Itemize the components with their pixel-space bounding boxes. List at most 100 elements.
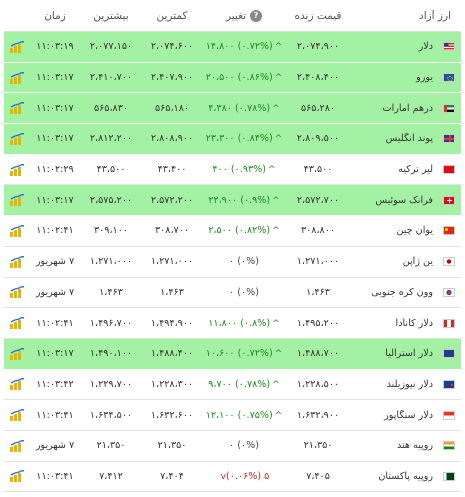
chart-icon[interactable] <box>4 317 29 330</box>
arrow-up-icon: ^ <box>272 195 280 206</box>
change-value: (۰.۷۲%) ۱۴،۸۰۰ <box>205 41 273 53</box>
max-price: ۷،۴۱۲ <box>99 470 123 482</box>
live-price: ۱،۴۶۳ <box>306 286 330 298</box>
update-time: ۱۱:۰۳:۴۱ <box>36 470 74 482</box>
currency-name-cell[interactable]: روپیه پاکستان <box>351 471 461 482</box>
max-price: ۲،۴۱۰،۷۰۰ <box>89 72 133 84</box>
flag-icon <box>443 441 455 451</box>
update-time: ۱۱:۰۳:۱۷ <box>36 194 74 206</box>
table-row[interactable]: یورو ۲،۴۰۸،۴۰۰ ^(۰.۸۶%) ۲۰،۵۰۰ ۲،۴۰۷،۹۰۰… <box>4 62 461 94</box>
max-price: ۳۰۹،۱۰۰ <box>93 225 128 237</box>
chart-icon[interactable] <box>4 409 29 422</box>
flag-icon <box>443 73 455 83</box>
flag-icon <box>443 379 455 389</box>
currency-name-cell[interactable]: دلار نیوزیلند <box>351 379 461 390</box>
change-cell: ^(۰.۷۸%) ۹،۷۰۰ <box>203 379 285 390</box>
arrow-up-icon: ^ <box>272 379 280 390</box>
table-row[interactable]: وون کره جنوبی ۱،۴۶۳ (۰%) ۰ ۱،۴۶۳ ۱،۴۶۳ ۷… <box>4 277 461 309</box>
currency-name-cell[interactable]: درهم امارات <box>351 103 461 114</box>
currency-table: ارز آزاد قیمت زنده ?تغییر کمترین بیشترین… <box>4 0 461 493</box>
chart-icon[interactable] <box>4 347 29 360</box>
chart-icon[interactable] <box>4 470 29 483</box>
update-time: ۱۱:۰۳:۴۱ <box>36 409 74 421</box>
chart-icon[interactable] <box>4 40 29 53</box>
table-row[interactable]: روپیه پاکستان ۷،۴۰۵ v(۰.۰۶%) ۵ ۷،۴۰۴ ۷،۴… <box>4 461 461 493</box>
arrow-up-icon: ^ <box>274 73 283 84</box>
chart-icon[interactable] <box>4 71 29 84</box>
table-row[interactable]: دلار کانادا ۱،۴۹۵،۲۰۰ ^(۰.۸%) ۱۱،۸۰۰ ۱،۴… <box>4 308 461 339</box>
chart-icon[interactable] <box>4 102 29 115</box>
currency-name-cell[interactable]: روپیه هند <box>351 440 461 451</box>
arrow-up-icon: ^ <box>272 226 280 237</box>
change-value: (۰.۸۴%) ۲۳،۳۰۰ <box>205 133 273 145</box>
min-price: ۴۳،۴۰۰ <box>157 164 187 176</box>
currency-name-cell[interactable]: وون کره جنوبی <box>351 287 461 298</box>
table-row[interactable]: درهم امارات ۵۶۵،۲۸۰ ^(۰.۷۸%) ۴،۳۸۰ ۵۶۵،۱… <box>4 93 461 125</box>
change-cell: v(۰.۰۶%) ۵ <box>203 471 285 482</box>
chart-icon[interactable] <box>4 255 29 268</box>
chart-icon[interactable] <box>4 194 29 207</box>
currency-name-cell[interactable]: دلار استرالیا <box>351 348 461 359</box>
currency-name-cell[interactable]: لیر ترکیه <box>351 164 461 175</box>
chart-icon[interactable] <box>4 439 29 452</box>
header-name-label: ارز آزاد <box>419 9 451 22</box>
max-price: ۲۱،۳۵۰ <box>96 440 126 452</box>
table-row[interactable]: فرانک سوئیس ۲،۵۷۲،۷۰۰ ^(۰.۹%) ۲۲،۹۰۰ ۲،۵… <box>4 185 461 217</box>
help-icon[interactable]: ? <box>250 9 263 22</box>
update-time: ۱۱:۰۲:۲۹ <box>36 164 74 176</box>
chart-icon[interactable] <box>4 224 29 237</box>
table-row[interactable]: دلار نیوزیلند ۱،۲۲۸،۵۰۰ ^(۰.۷۸%) ۹،۷۰۰ ۱… <box>4 369 461 401</box>
live-price: ۱،۴۸۸،۷۰۰ <box>296 348 340 360</box>
change-value: (۰%) ۰ <box>229 440 259 452</box>
table-row[interactable]: دلار استرالیا ۱،۴۸۸،۷۰۰ ^(۰.۷۲%) ۱۰،۶۰۰ … <box>4 338 461 370</box>
currency-name-cell[interactable]: ین ژاپن <box>351 256 461 267</box>
live-price: ۴۳،۵۰۰ <box>303 164 333 176</box>
table-row[interactable]: پوند انگلیس ۲،۸۰۹،۵۰۰ ^(۰.۸۴%) ۲۳،۳۰۰ ۲،… <box>4 124 461 155</box>
arrow-up-icon: ^ <box>268 165 276 176</box>
currency-name: دلار سنگاپور <box>384 409 433 421</box>
flag-icon <box>443 318 455 328</box>
max-price: ۲،۸۱۲،۲۰۰ <box>89 133 133 145</box>
update-time: ۱۱:۰۲:۴۱ <box>36 225 74 237</box>
currency-name-cell[interactable]: فرانک سوئیس <box>351 195 461 206</box>
update-time: ۱۱:۰۳:۱۷ <box>36 102 74 114</box>
change-value: (۰.۷۸%) ۹،۷۰۰ <box>208 378 271 390</box>
currency-name-cell[interactable]: دلار <box>351 41 461 52</box>
chart-icon-svg <box>9 102 24 115</box>
currency-name: دلار کانادا <box>395 317 433 329</box>
min-price: ۱،۴۶۳ <box>160 286 184 298</box>
live-price: ۲،۸۰۹،۵۰۰ <box>296 133 340 145</box>
chart-icon[interactable] <box>4 132 29 145</box>
chart-icon-svg <box>9 347 24 360</box>
table-row[interactable]: دلار ۲،۰۷۴،۹۰۰ ^(۰.۷۲%) ۱۴،۸۰۰ ۲،۰۷۴،۶۰۰… <box>4 32 461 63</box>
header-live-price: قیمت زنده <box>294 9 342 22</box>
chart-icon[interactable] <box>4 378 29 391</box>
chart-icon-svg <box>9 378 24 391</box>
currency-name-cell[interactable]: دلار کانادا <box>351 318 461 329</box>
table-row[interactable]: دلار سنگاپور ۱،۶۳۲،۹۰۰ ^(۰.۷۵%) ۱۲،۱۰۰ ۱… <box>4 400 461 431</box>
currency-name-cell[interactable]: دلار سنگاپور <box>351 410 461 421</box>
table-row[interactable]: روپیه هند ۲۱،۳۵۰ (۰%) ۰ ۲۱،۳۵۰ ۲۱،۳۵۰ ۷ … <box>4 430 461 462</box>
min-price: ۱،۶۳۲،۶۰۰ <box>150 409 194 421</box>
chart-icon[interactable] <box>4 163 29 176</box>
change-value: (۰%) ۰ <box>229 256 259 268</box>
change-value: (۰.۷۸%) ۴،۳۸۰ <box>208 102 271 114</box>
chart-icon[interactable] <box>4 286 29 299</box>
min-price: ۳۰۸،۷۰۰ <box>154 225 189 237</box>
flag-icon <box>443 226 455 236</box>
table-row[interactable]: یوان چین ۳۰۸،۸۰۰ ^(۰.۸۲%) ۲،۵۰۰ ۳۰۸،۷۰۰ … <box>4 216 461 247</box>
currency-name: یوان چین <box>396 225 433 237</box>
currency-name-cell[interactable]: پوند انگلیس <box>351 133 461 144</box>
flag-icon <box>443 349 455 359</box>
min-price: ۲،۴۰۷،۹۰۰ <box>150 72 194 84</box>
table-row[interactable]: لیر ترکیه ۴۳،۵۰۰ ^(۰.۹۳%) ۴۰۰ ۴۳،۴۰۰ ۴۳،… <box>4 154 461 186</box>
change-value: (۰%) ۰ <box>229 286 259 298</box>
currency-name: درهم امارات <box>382 102 433 114</box>
live-price: ۲۱،۳۵۰ <box>303 440 333 452</box>
currency-name: دلار <box>418 41 433 53</box>
chart-icon-svg <box>9 40 24 53</box>
live-price: ۱،۲۲۸،۵۰۰ <box>296 378 340 390</box>
table-row[interactable]: ین ژاپن ۱،۲۷۱،۰۰۰ (۰%) ۰ ۱،۲۷۱،۰۰۰ ۱،۲۷۱… <box>4 246 461 278</box>
currency-name-cell[interactable]: یوان چین <box>351 225 461 236</box>
currency-name-cell[interactable]: یورو <box>351 72 461 83</box>
